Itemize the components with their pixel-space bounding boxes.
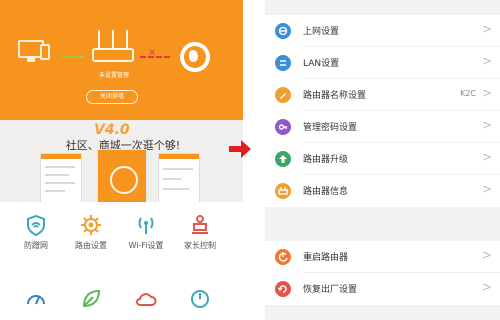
wifi-antenna-icon [135,214,157,236]
chevron-right-icon: > [481,182,492,196]
settings-row[interactable]: LAN设置 > [265,47,500,79]
feature-tile-label: Wi-Fi设置 [128,241,164,250]
settings-row-label: 恢复出厂设置 [303,285,358,295]
settings-row[interactable]: 路由器信息 > [265,175,500,207]
feature-tile[interactable]: 防蹭网 [8,214,64,251]
upgrade-arrow-icon [275,151,291,167]
feature-tile-label: 防蹭网 [24,241,48,250]
router-icon[interactable] [92,30,134,66]
gauge-icon [189,288,211,310]
settings-row-value: K2C [460,89,476,98]
settings-row-label: 路由器升级 [303,155,349,165]
settings-row-label: 上网设置 [303,27,340,37]
promo-screenshot [97,149,147,202]
settings-row-label: 管理密码设置 [303,123,358,133]
promo-version: V4.0 [94,122,130,138]
chevron-right-icon: > [481,248,492,262]
feature-tile[interactable] [118,288,174,310]
promo-screenshot [40,153,82,202]
settings-row-label: 路由器信息 [303,187,349,197]
key-icon [275,119,291,135]
lan-icon [275,55,291,71]
globe-icon [275,23,291,39]
feature-tile-label: 家长控制 [184,241,216,250]
feature-tile[interactable]: Wi-Fi设置 [118,214,174,251]
shield-wifi-icon [25,214,47,237]
app-home-screen: 未设置管理 ✕ 关闭穿墙 V4.0 社区、商城一次逛个够! 防蹭网 路由设置 Wi-… [0,0,243,320]
router-status-label: 未设置管理 [98,72,129,79]
connection-line-ok [62,56,84,58]
leaf-icon [80,288,102,310]
feature-tile[interactable]: 路由设置 [63,214,119,251]
settings-row-label: LAN设置 [303,59,340,69]
chevron-right-icon: > [481,22,492,36]
settings-row[interactable]: 恢复出厂设置 > [265,273,500,305]
factory-reset-icon [275,281,291,297]
close-wall-penetration-button[interactable]: 关闭穿墙 [86,90,138,104]
settings-row[interactable]: 重启路由器 > [265,241,500,273]
internet-globe-icon [180,42,210,72]
right-arrow-icon [229,140,251,158]
gear-icon [80,214,102,236]
promo-banner[interactable]: V4.0 社区、商城一次逛个够! [0,120,243,202]
feature-tile[interactable] [172,288,228,310]
parental-control-icon [189,214,211,236]
network-status-banner: 未设置管理 ✕ 关闭穿墙 [0,0,243,120]
settings-row[interactable]: 管理密码设置 > [265,111,500,143]
disconnected-x-icon: ✕ [148,48,157,59]
settings-row-label: 路由器名称设置 [303,91,367,101]
promo-screenshot [158,153,200,202]
cloud-icon [135,288,157,310]
chevron-right-icon: > [481,54,492,68]
chevron-right-icon: > [481,118,492,132]
router-settings-screen: 上网设置 > LAN设置 > 路由器名称设置 K2C > 管理密码设置 > 路由器升级 > 路由器信息… [265,0,500,320]
feature-tile[interactable] [63,288,119,310]
pencil-icon [275,87,291,103]
chevron-right-icon: > [481,86,492,100]
restart-icon [275,249,291,265]
feature-tile[interactable] [8,288,64,310]
settings-row-label: 重启路由器 [303,253,349,263]
chevron-right-icon: > [481,150,492,164]
settings-row[interactable]: 上网设置 > [265,15,500,47]
settings-row[interactable]: 路由器名称设置 K2C > [265,79,500,111]
phone-icon [40,44,50,60]
router-info-icon [275,183,291,199]
speedometer-icon [25,288,47,310]
feature-tile-label: 路由设置 [75,241,107,250]
chevron-right-icon: > [481,280,492,294]
feature-tile[interactable]: 家长控制 [172,214,228,251]
settings-row[interactable]: 路由器升级 > [265,143,500,175]
